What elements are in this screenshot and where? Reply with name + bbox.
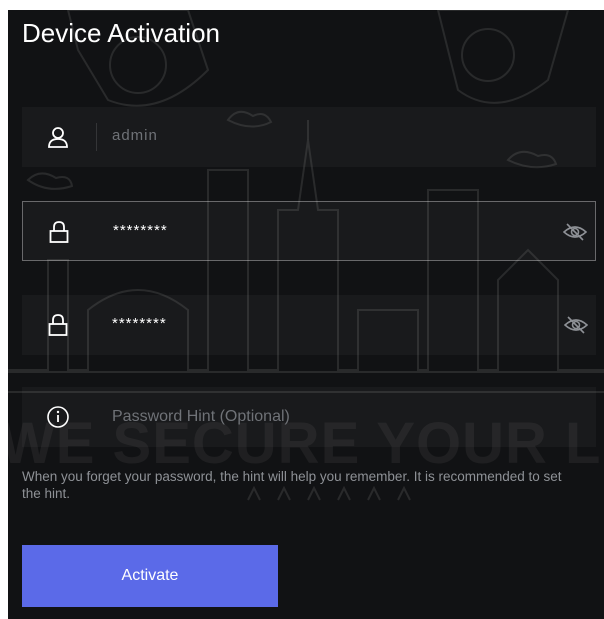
hint-description: When you forget your password, the hint … [22, 469, 562, 501]
info-circle-icon [47, 406, 69, 428]
username-value: admin [112, 127, 158, 144]
password-hint-field[interactable]: Password Hint (Optional) [22, 387, 596, 447]
page-title: Device Activation [22, 18, 220, 48]
password-hint-placeholder: Password Hint (Optional) [112, 408, 290, 425]
lock-icon [48, 314, 68, 336]
confirm-password-value: ******** [112, 315, 167, 332]
field-separator [96, 123, 97, 151]
user-icon [48, 127, 68, 148]
eye-slash-icon[interactable] [563, 221, 587, 243]
password-field[interactable]: ******** [22, 201, 596, 261]
eye-slash-icon[interactable] [564, 314, 588, 336]
activation-panel: WE SECURE YOUR LIFE Device Activation ad… [8, 10, 604, 619]
username-field[interactable]: admin [22, 107, 596, 167]
password-value: ******** [113, 222, 168, 239]
activate-button[interactable]: Activate [22, 545, 278, 607]
confirm-password-field[interactable]: ******** [22, 295, 596, 355]
lock-icon [49, 221, 69, 243]
